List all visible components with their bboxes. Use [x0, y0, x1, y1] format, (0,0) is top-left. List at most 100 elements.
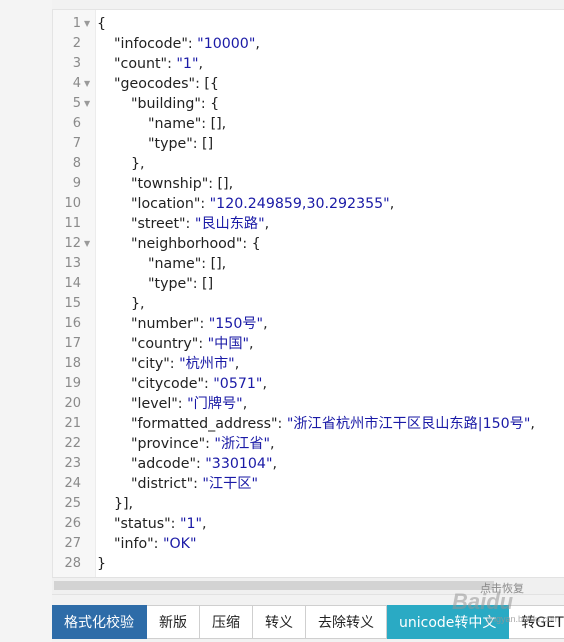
escape-button[interactable]: 转义: [253, 605, 306, 639]
line-number: 20: [64, 396, 81, 411]
line-number: 9: [72, 176, 81, 191]
line-number: 24: [64, 476, 81, 491]
code-text: "type": []: [148, 134, 213, 154]
json-key: "province": [131, 436, 206, 452]
code-line: 26 "status": "1",: [53, 514, 564, 534]
json-punctuation: : [],: [201, 116, 227, 132]
code-text: "province": "浙江省",: [131, 434, 275, 454]
json-string-value: "1": [176, 56, 199, 72]
code-text: "citycode": "0571",: [131, 374, 267, 394]
json-key: "count": [114, 56, 168, 72]
line-number: 26: [64, 516, 81, 531]
json-key: "country": [131, 336, 199, 352]
code-line: 7 "type": []: [53, 134, 564, 154]
json-string-value: "浙江省": [214, 436, 271, 452]
code-text: "location": "120.249859,30.292355",: [131, 194, 394, 214]
code-line: 24 "district": "江干区": [53, 474, 564, 494]
json-punctuation: ,: [249, 336, 254, 352]
line-number: 17: [64, 336, 81, 351]
format-validate-button[interactable]: 格式化校验: [52, 605, 147, 639]
json-punctuation: :: [199, 316, 209, 332]
fold-toggle-icon[interactable]: ▼: [84, 14, 90, 34]
json-key: "neighborhood": [131, 236, 243, 252]
new-version-button[interactable]: 新版: [147, 605, 200, 639]
line-number: 22: [64, 436, 81, 451]
code-text: "name": [],: [148, 114, 226, 134]
line-number: 28: [64, 556, 81, 571]
code-line: 9 "township": [],: [53, 174, 564, 194]
json-editor[interactable]: 1 ▼{2 "infocode": "10000", 3 "count": "1", 4 ▼…: [52, 9, 564, 578]
json-key: "level": [131, 396, 178, 412]
json-punctuation: :: [185, 216, 195, 232]
json-punctuation: :: [170, 516, 180, 532]
json-key: "township": [131, 176, 209, 192]
line-number: 16: [64, 316, 81, 331]
line-number: 19: [64, 376, 81, 391]
json-punctuation: : {: [200, 96, 220, 112]
fold-toggle-icon[interactable]: ▼: [84, 234, 90, 254]
code-line: 13 "name": [],: [53, 254, 564, 274]
code-text: "name": [],: [148, 254, 226, 274]
json-key: "type": [148, 276, 193, 292]
code-text: {: [97, 14, 106, 34]
line-number: 5: [72, 96, 81, 111]
json-punctuation: :: [195, 456, 206, 472]
code-line: 11 "street": "艮山东路",: [53, 214, 564, 234]
json-punctuation: : [],: [208, 176, 234, 192]
line-number: 14: [64, 276, 81, 291]
json-key: "formatted_address": [131, 416, 278, 432]
code-line: 27 "info": "OK": [53, 534, 564, 554]
code-text: "count": "1",: [114, 54, 203, 74]
watermark-logo: Baidu: [452, 589, 514, 614]
compress-button[interactable]: 压缩: [200, 605, 253, 639]
code-line: 15},: [53, 294, 564, 314]
code-text: "infocode": "10000",: [114, 34, 260, 54]
json-punctuation: : [],: [201, 256, 227, 272]
code-text: "formatted_address": "浙江省杭州市江干区艮山东路|150号…: [131, 414, 535, 434]
json-punctuation: ,: [262, 376, 267, 392]
json-punctuation: ,: [234, 356, 240, 372]
json-key: "location": [131, 196, 201, 212]
json-string-value: "OK": [162, 536, 197, 552]
code-text: "building": {: [131, 94, 219, 114]
code-line: 14 "type": []: [53, 274, 564, 294]
code-line: 23 "adcode": "330104",: [53, 454, 564, 474]
code-line: 22 "province": "浙江省",: [53, 434, 564, 454]
code-line: 3 "count": "1",: [53, 54, 564, 74]
fold-toggle-icon[interactable]: ▼: [84, 74, 90, 94]
json-string-value: "中国": [207, 336, 250, 352]
json-string-value: "1": [179, 516, 203, 532]
json-punctuation: ,: [263, 316, 268, 332]
code-text: "country": "中国",: [131, 334, 254, 354]
json-punctuation: },: [131, 156, 145, 172]
json-string-value: "艮山东路": [194, 216, 265, 232]
fold-toggle-icon[interactable]: ▼: [84, 94, 90, 114]
code-text: }: [97, 554, 106, 574]
json-punctuation: }],: [114, 496, 134, 512]
code-line: 6 "name": [],: [53, 114, 564, 134]
line-number: 12: [64, 236, 81, 251]
json-string-value: "江干区": [202, 476, 259, 492]
line-number: 4: [72, 76, 81, 91]
code-line: 10 "location": "120.249859,30.292355",: [53, 194, 564, 214]
json-punctuation: :: [277, 416, 287, 432]
line-number: 18: [64, 356, 81, 371]
code-text: "neighborhood": {: [131, 234, 261, 254]
json-punctuation: },: [131, 296, 145, 312]
line-number: 10: [64, 196, 81, 211]
line-number: 13: [64, 256, 81, 271]
json-punctuation: : [{: [195, 76, 219, 92]
code-line: 8},: [53, 154, 564, 174]
json-punctuation: ,: [202, 516, 207, 532]
json-key: "infocode": [114, 36, 188, 52]
json-string-value: "门牌号": [187, 396, 243, 412]
scrollbar-thumb[interactable]: [54, 581, 494, 590]
unescape-button[interactable]: 去除转义: [306, 605, 387, 639]
line-number: 25: [64, 496, 81, 511]
json-key: "adcode": [131, 456, 196, 472]
json-key: "building": [131, 96, 201, 112]
json-punctuation: :: [203, 376, 214, 392]
json-punctuation: :: [169, 356, 180, 372]
json-punctuation: ,: [198, 56, 203, 72]
code-text: "type": []: [148, 274, 213, 294]
